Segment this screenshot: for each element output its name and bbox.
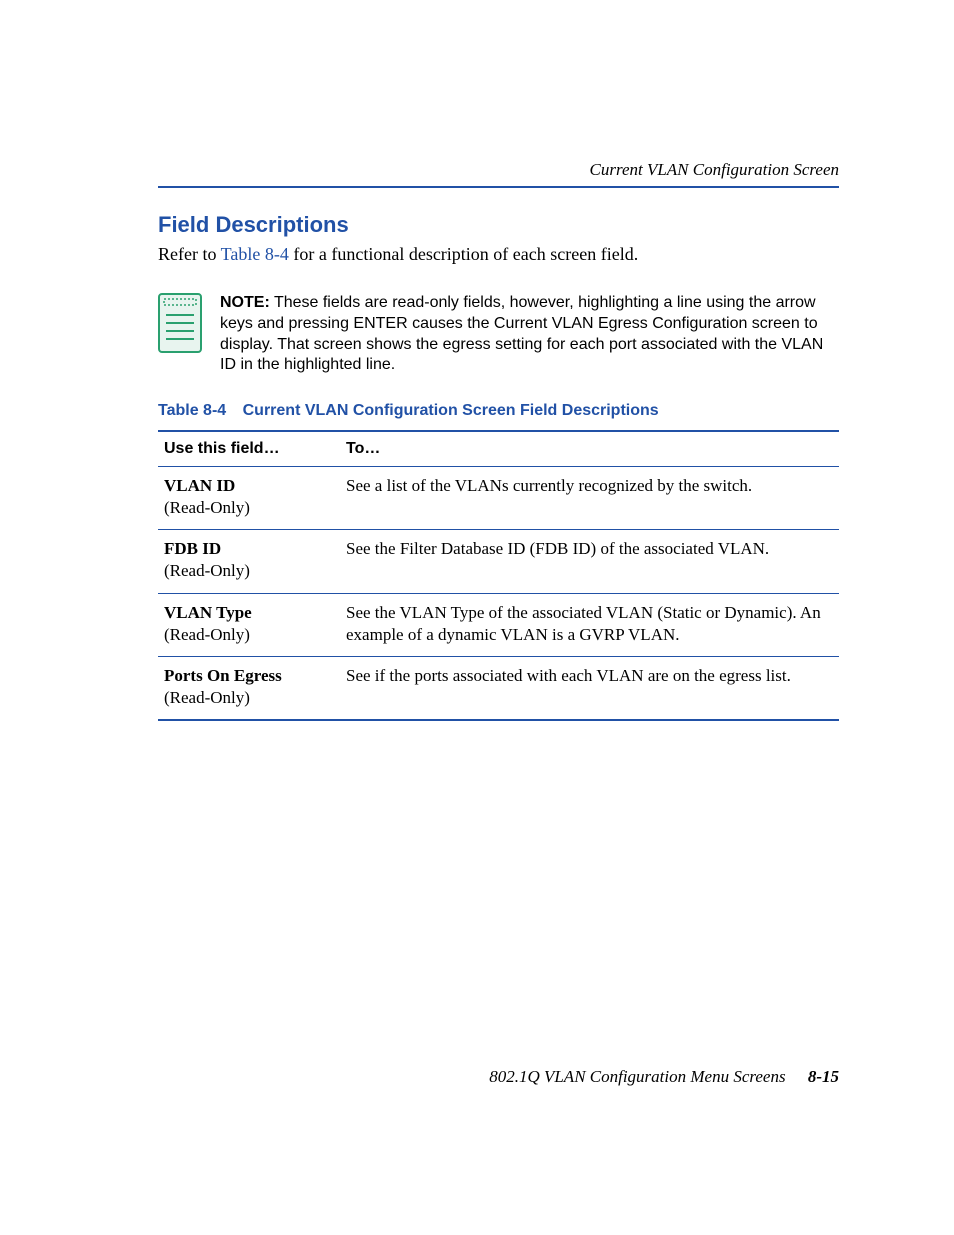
- intro-paragraph: Refer to Table 8-4 for a functional desc…: [158, 244, 839, 265]
- page-footer: 802.1Q VLAN Configuration Menu Screens 8…: [158, 1067, 839, 1087]
- intro-text-post: for a functional description of each scr…: [289, 244, 638, 264]
- field-sub: (Read-Only): [164, 625, 250, 644]
- table-cell-desc: See the Filter Database ID (FDB ID) of t…: [340, 530, 839, 593]
- footer-book-title: 802.1Q VLAN Configuration Menu Screens: [489, 1067, 785, 1086]
- table-cell-field: VLAN Type (Read-Only): [158, 593, 340, 656]
- table-caption-number: Table 8-4: [158, 402, 226, 419]
- note-block: NOTE: These fields are read-only fields,…: [158, 293, 839, 376]
- table-header-desc: To…: [340, 431, 839, 467]
- page: Current VLAN Configuration Screen Field …: [0, 0, 954, 1235]
- field-name: VLAN ID: [164, 476, 235, 495]
- field-name: VLAN Type: [164, 603, 252, 622]
- note-icon: [158, 293, 202, 353]
- field-descriptions-table: Use this field… To… VLAN ID (Read-Only) …: [158, 430, 839, 721]
- table-row: FDB ID (Read-Only) See the Filter Databa…: [158, 530, 839, 593]
- intro-text-pre: Refer to: [158, 244, 221, 264]
- table-row: Ports On Egress (Read-Only) See if the p…: [158, 656, 839, 720]
- note-label: NOTE:: [220, 294, 270, 311]
- table-cell-field: VLAN ID (Read-Only): [158, 467, 340, 530]
- field-sub: (Read-Only): [164, 561, 250, 580]
- table-cell-field: Ports On Egress (Read-Only): [158, 656, 340, 720]
- field-sub: (Read-Only): [164, 498, 250, 517]
- note-text: NOTE: These fields are read-only fields,…: [220, 293, 839, 376]
- field-name: Ports On Egress: [164, 666, 282, 685]
- footer-page-number: 8-15: [808, 1067, 839, 1086]
- running-header: Current VLAN Configuration Screen: [158, 160, 839, 180]
- table-row: VLAN Type (Read-Only) See the VLAN Type …: [158, 593, 839, 656]
- section-heading: Field Descriptions: [158, 212, 839, 238]
- table-cell-desc: See the VLAN Type of the associated VLAN…: [340, 593, 839, 656]
- table-row: VLAN ID (Read-Only) See a list of the VL…: [158, 467, 839, 530]
- running-title: Current VLAN Configuration Screen: [590, 160, 840, 179]
- table-reference-link[interactable]: Table 8-4: [221, 244, 289, 264]
- table-cell-desc: See if the ports associated with each VL…: [340, 656, 839, 720]
- field-name: FDB ID: [164, 539, 221, 558]
- table-caption: Table 8-4 Current VLAN Configuration Scr…: [158, 402, 839, 420]
- table-caption-title: Current VLAN Configuration Screen Field …: [243, 402, 659, 419]
- field-sub: (Read-Only): [164, 688, 250, 707]
- table-header-row: Use this field… To…: [158, 431, 839, 467]
- note-body: These fields are read-only fields, howev…: [220, 294, 823, 373]
- table-header-field: Use this field…: [158, 431, 340, 467]
- table-cell-desc: See a list of the VLANs currently recogn…: [340, 467, 839, 530]
- header-divider: [158, 186, 839, 188]
- table-cell-field: FDB ID (Read-Only): [158, 530, 340, 593]
